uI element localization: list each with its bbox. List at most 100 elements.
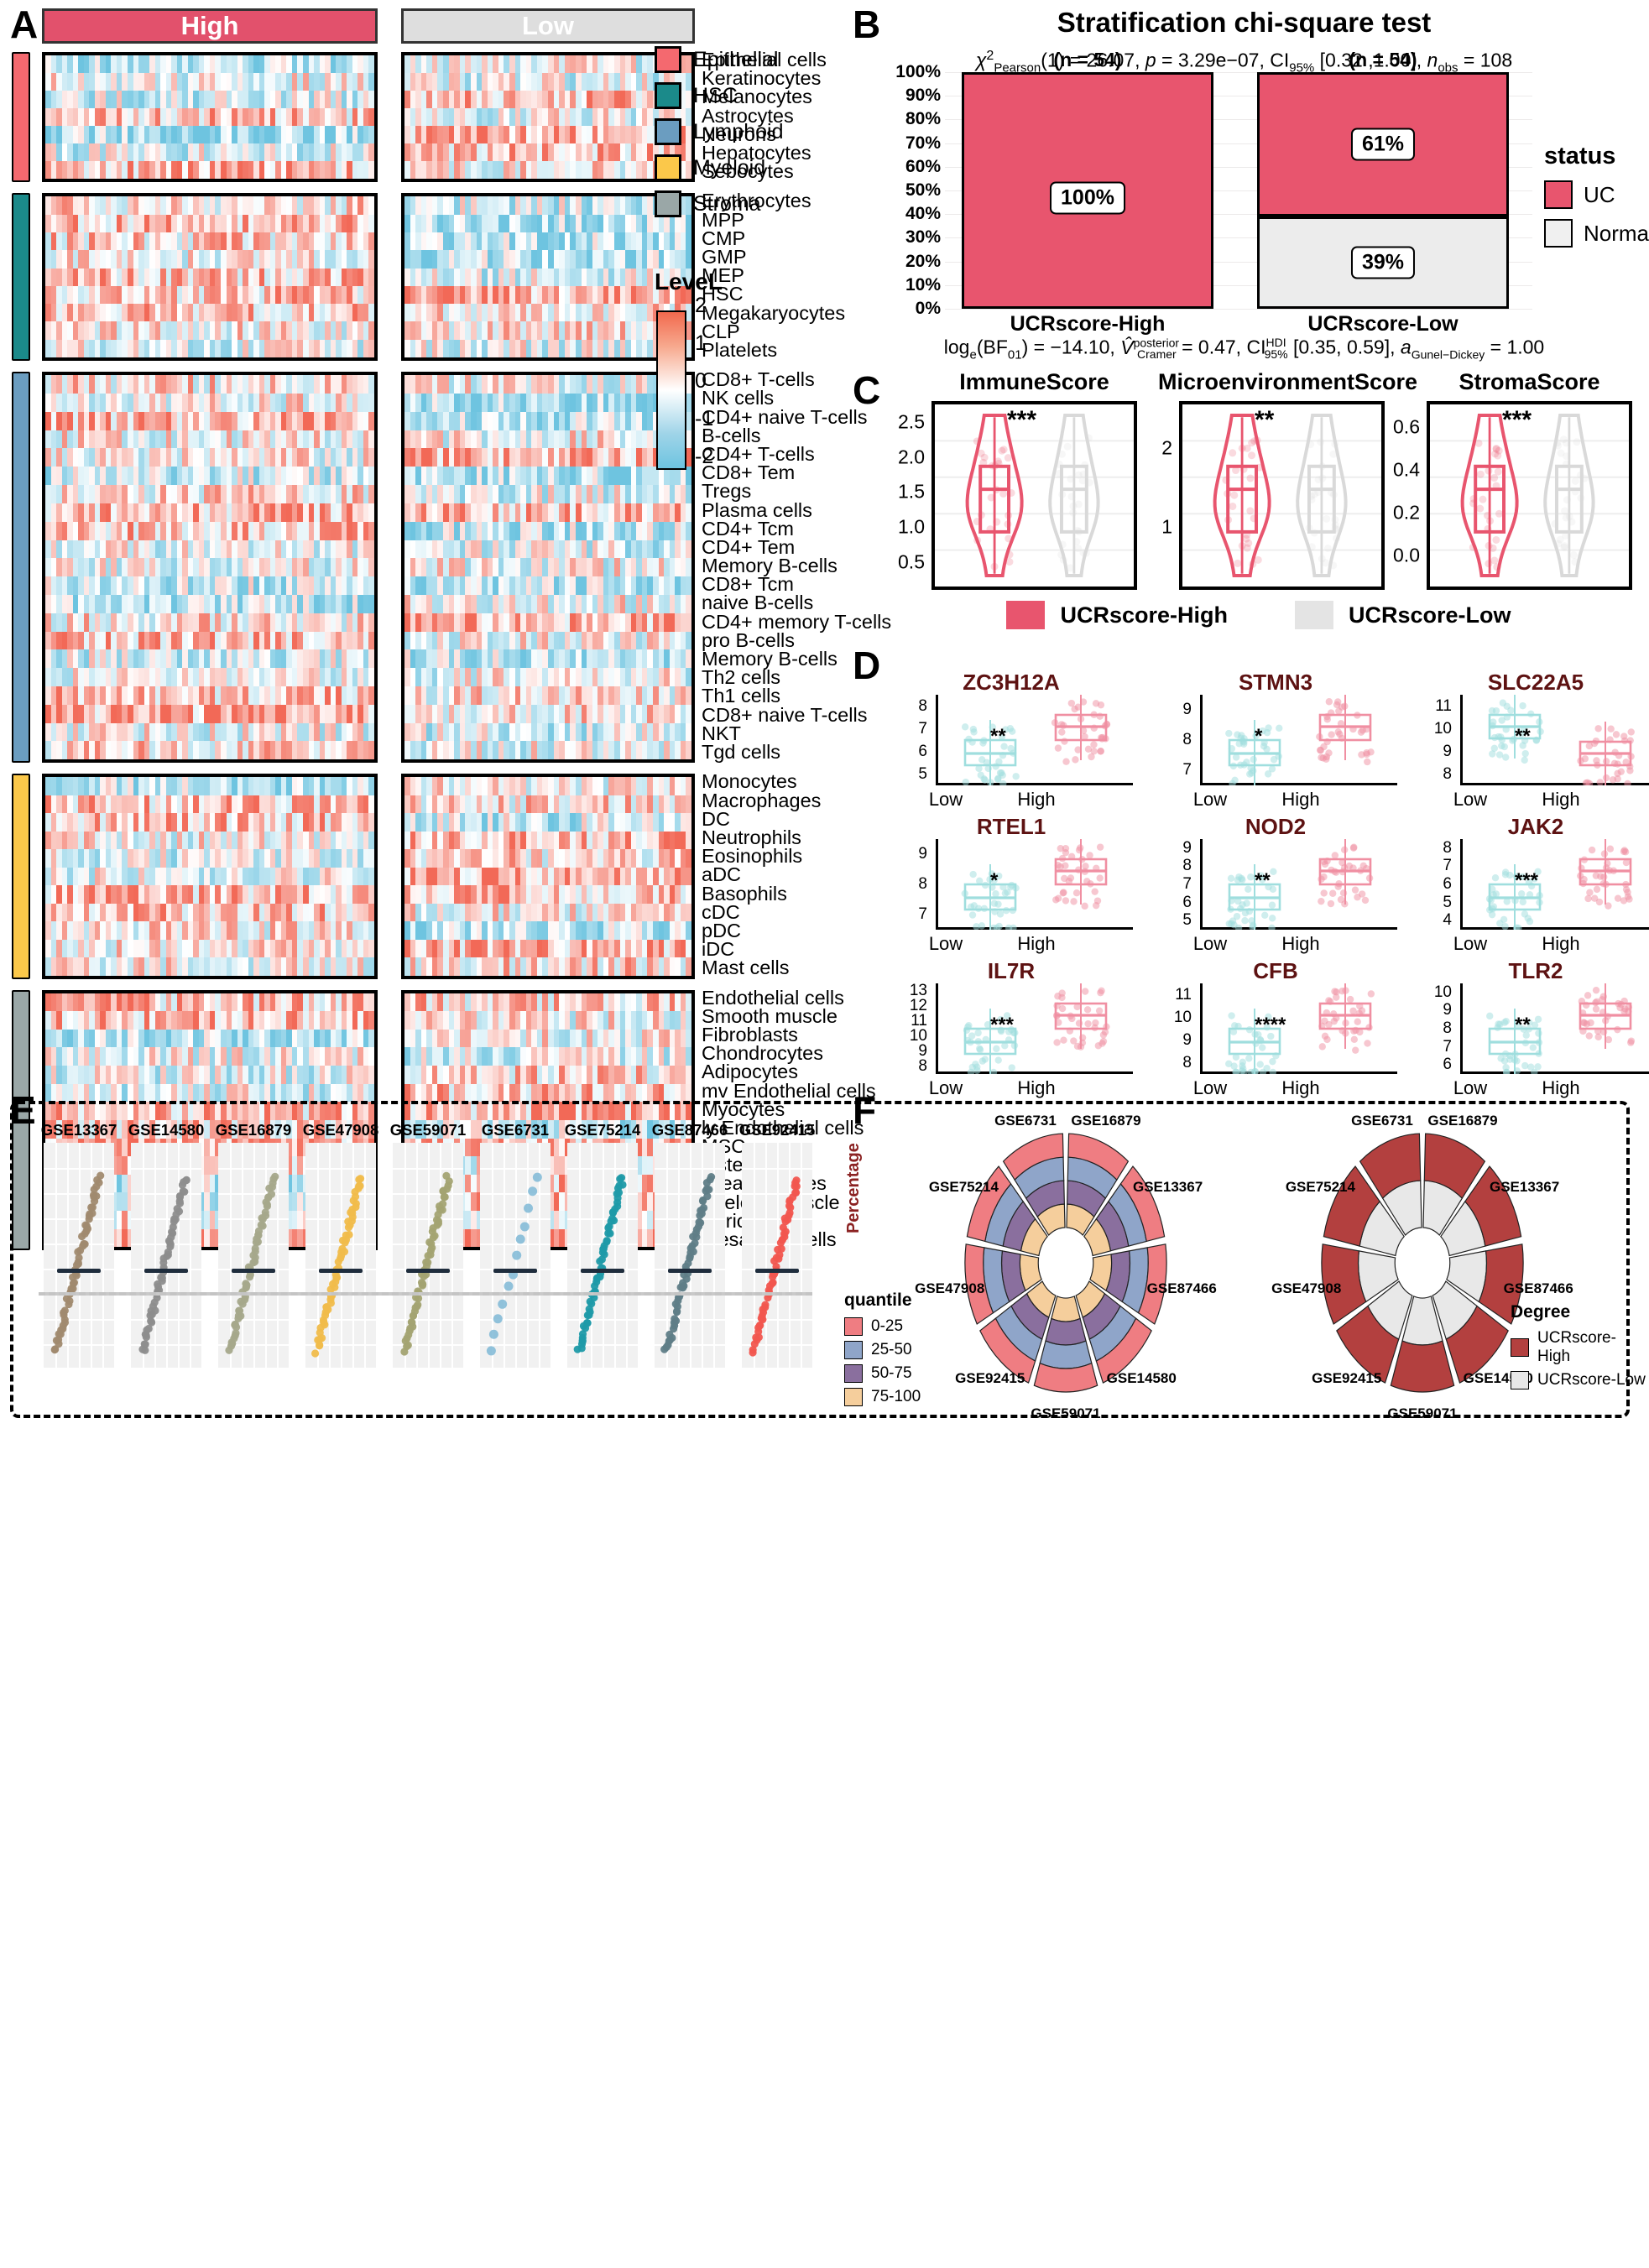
heatmap-row xyxy=(45,993,374,1012)
heatmap-row xyxy=(45,467,374,486)
heatmap-lymphoid-low[interactable] xyxy=(401,372,695,764)
row-label: Eosinophils xyxy=(702,845,803,868)
gene-title: TLR2 xyxy=(1508,958,1563,983)
level-gradient-bar xyxy=(656,310,686,470)
rose-sector-label: GSE92415 xyxy=(1312,1369,1382,1386)
rose-sector[interactable] xyxy=(1390,1340,1455,1393)
heatmap-row xyxy=(45,268,374,286)
heatmap-row xyxy=(45,1066,374,1084)
heatmap-row xyxy=(404,108,691,127)
row-label: Megakaryocytes xyxy=(702,301,846,324)
gene-y-tick: 6 xyxy=(1443,1056,1452,1074)
gene-x-tick-low: Low xyxy=(1453,789,1488,810)
heatmap-row xyxy=(45,232,374,251)
heatmap-row xyxy=(404,161,691,180)
heatmap-hsc-high[interactable] xyxy=(42,193,378,362)
heatmap-myeloid-high[interactable] xyxy=(42,774,378,979)
gene-boxplot-axes[interactable] xyxy=(1460,983,1649,1074)
violin-y-tick: 0.6 xyxy=(1393,415,1420,438)
gene-panel-jak2: JAK2 8 7 6 5 4 Low High *** xyxy=(1410,814,1649,954)
row-label: CMP xyxy=(702,227,746,249)
panel-c: C ImmuneScore *** 2.5 2.0 1.5 1.0 0.5 Microenvi… xyxy=(839,369,1649,646)
gene-significance: ** xyxy=(1515,1014,1531,1036)
gene-y-tick: 7 xyxy=(1182,761,1192,779)
rose-sector-label: GSE47908 xyxy=(1271,1280,1342,1297)
gene-y-tick: 11 xyxy=(1175,985,1192,1004)
rose-sector-label: GSE13367 xyxy=(1132,1179,1203,1195)
gene-y-tick: 6 xyxy=(918,742,927,760)
heatmap-row xyxy=(404,55,691,74)
rose-chart-quantile xyxy=(964,1133,1167,1393)
gene-significance: ** xyxy=(1515,725,1531,748)
heatmap-row xyxy=(404,268,691,286)
status-legend: status UC Normal xyxy=(1544,143,1649,258)
gene-boxplot-axes[interactable] xyxy=(1460,839,1649,930)
gene-panel-cfb: CFB 11 10 9 8 Low High **** xyxy=(1150,958,1401,1098)
heatmap-epithelial-high[interactable] xyxy=(42,52,378,183)
heatmap-row xyxy=(404,196,691,215)
gene-x-tick-high: High xyxy=(1017,933,1056,954)
gene-significance: * xyxy=(990,869,999,892)
legend-item-ucr-high: UCRscore-High xyxy=(1006,601,1228,629)
heatmap-row xyxy=(404,73,691,91)
panel-f-letter: F xyxy=(853,1088,877,1132)
heatmap-hsc-low[interactable] xyxy=(401,193,695,362)
gene-x-tick-high: High xyxy=(1281,933,1320,954)
violin-title: StromaScore xyxy=(1459,369,1600,394)
heatmap-row xyxy=(404,993,691,1012)
gene-boxplot-axes[interactable] xyxy=(936,839,1133,930)
bar-label-high-uc: 100% xyxy=(1050,181,1125,215)
bar-label-low-normal: 39% xyxy=(1350,246,1416,279)
gene-boxplot-axes[interactable] xyxy=(1200,839,1397,930)
gene-title: IL7R xyxy=(987,958,1036,983)
gene-boxplot-axes[interactable] xyxy=(1200,983,1397,1074)
gene-x-tick-low: Low xyxy=(928,933,963,954)
gene-boxplot-axes[interactable] xyxy=(936,983,1133,1074)
status-legend-uc: UC xyxy=(1544,180,1649,209)
heatmap-row xyxy=(404,1029,691,1048)
heatmap-row xyxy=(404,375,691,394)
violin-significance-1: ** xyxy=(1255,406,1275,434)
heatmap-row xyxy=(404,411,691,430)
heatmap-lymphoid-high[interactable] xyxy=(42,372,378,764)
rose-sector[interactable] xyxy=(1045,1317,1087,1346)
heatmap-row xyxy=(404,304,691,322)
rose-sector-label: GSE16879 xyxy=(1071,1112,1141,1129)
x-label-high: UCRscore-High xyxy=(1010,312,1166,336)
rose-sector[interactable] xyxy=(1051,1296,1081,1322)
gene-panel-il7r: IL7R 13 12 11 10 9 8 Low High *** xyxy=(885,958,1137,1098)
gene-boxplot-axes[interactable] xyxy=(936,695,1133,785)
gene-boxplot-axes[interactable] xyxy=(1460,695,1649,785)
quantile-label-75-100: 75-100 xyxy=(871,1388,921,1405)
panel-b-footer-line: loge(BF01) = −14.10, V̂posteriorCramer =… xyxy=(943,336,1545,362)
level-tick-2: 2 xyxy=(695,294,707,317)
rose-sector[interactable] xyxy=(1039,1340,1093,1369)
legend-label-ucr-low: UCRscore-Low xyxy=(1349,602,1511,628)
heatmap-myeloid-low[interactable] xyxy=(401,774,695,979)
gene-y-tick: 8 xyxy=(1182,857,1192,875)
status-legend-label-uc: UC xyxy=(1584,181,1615,207)
degree-legend: Degree UCRscore-High UCRscore-Low xyxy=(1511,1302,1649,1395)
violin-significance-2: *** xyxy=(1502,406,1532,434)
heatmap-row xyxy=(45,285,374,305)
x-label-low: UCRscore-Low xyxy=(1307,312,1459,336)
violin-axes-1[interactable] xyxy=(1179,401,1385,590)
gene-boxplot-axes[interactable] xyxy=(1200,695,1397,785)
gene-x-tick-low: Low xyxy=(1192,933,1228,954)
quantile-label-0-25: 0-25 xyxy=(871,1317,904,1335)
row-label: aDC xyxy=(702,863,742,886)
heatmap-row xyxy=(45,903,374,922)
level-tick-1: 1 xyxy=(695,331,707,355)
epithelial-color-swatch xyxy=(655,46,681,73)
status-legend-normal: Normal xyxy=(1544,219,1649,248)
row-label: Monocytes xyxy=(702,770,797,793)
heatmap-epithelial-low[interactable] xyxy=(401,52,695,183)
heatmap-row xyxy=(404,285,691,305)
rose-sector-label: GSE87466 xyxy=(1503,1280,1573,1297)
violin-panel-1: MicroenvironmentScore xyxy=(1158,369,1417,395)
rose-sector-label: GSE13367 xyxy=(1489,1179,1560,1195)
group-header-high: High xyxy=(42,8,378,44)
row-label: MEP xyxy=(702,264,744,287)
quantile-legend-25-50: 25-50 xyxy=(844,1341,921,1359)
gene-y-tick: 7 xyxy=(1443,857,1452,875)
